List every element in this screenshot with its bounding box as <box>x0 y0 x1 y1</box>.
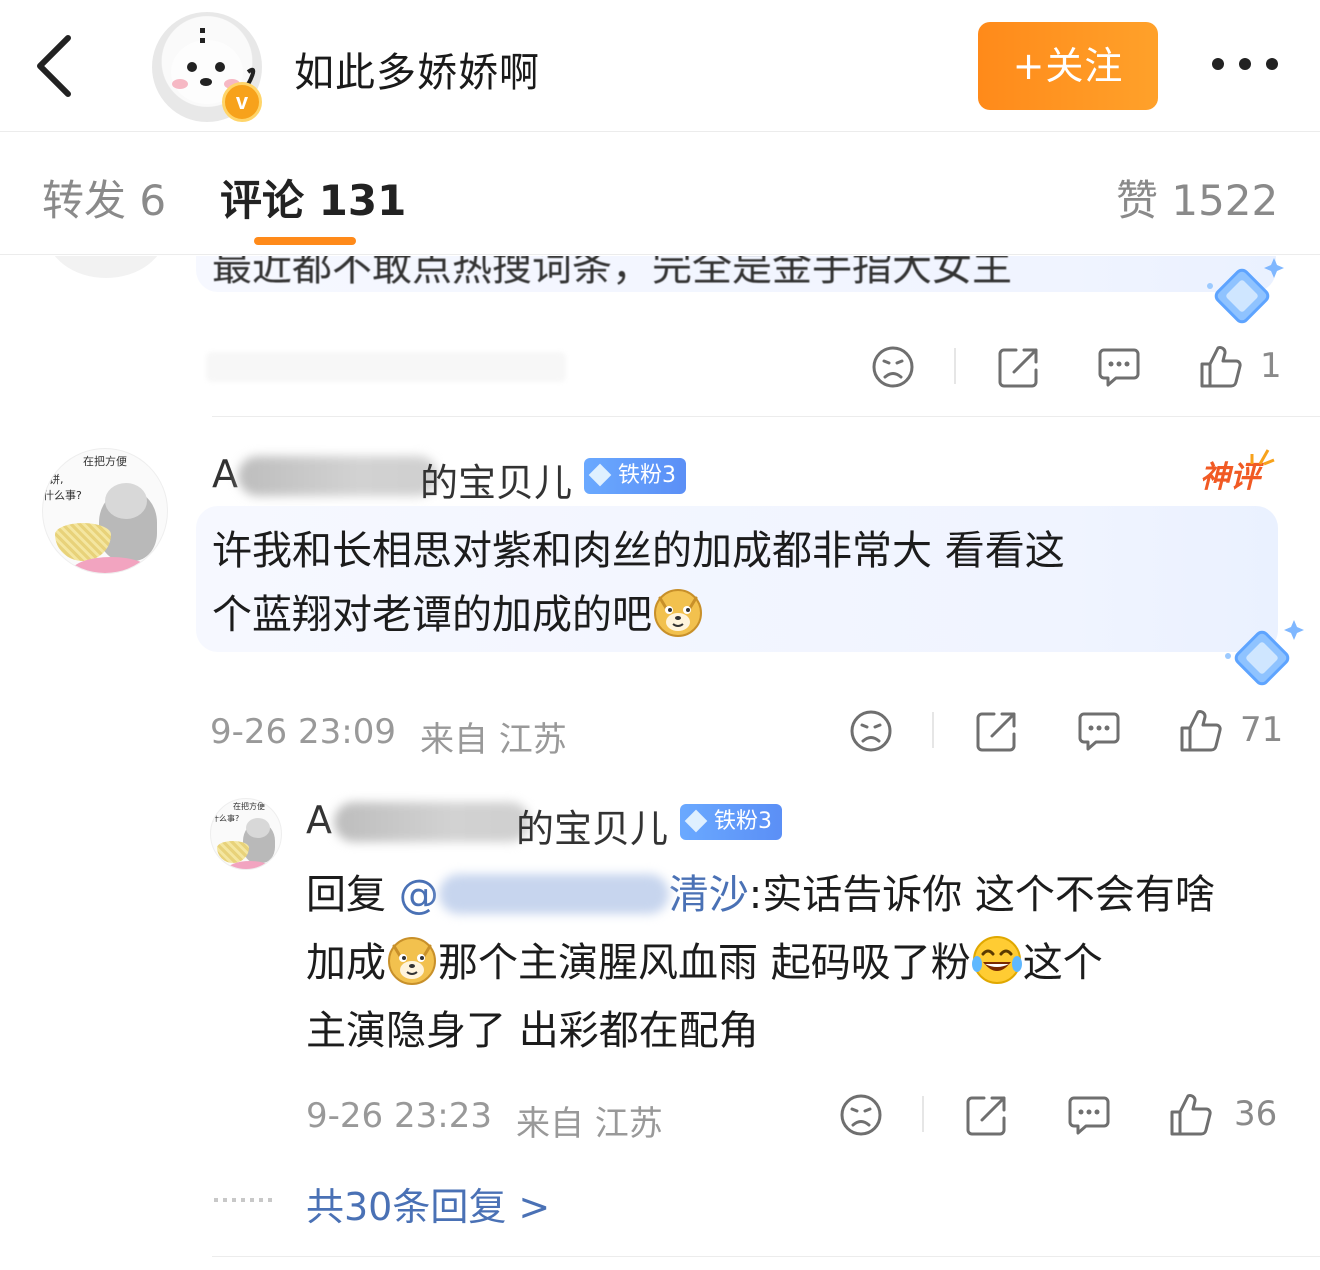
share-icon[interactable] <box>996 344 1042 390</box>
divider <box>932 712 934 748</box>
top-bar: v 如此多娇娇啊 +关注 <box>0 0 1320 132</box>
share-icon[interactable] <box>974 708 1020 754</box>
like-count: 36 <box>1234 1094 1278 1134</box>
mention-link[interactable]: @ 清沙 <box>399 872 749 918</box>
reply-text-line3: 主演隐身了 出彩都在配角 <box>306 1008 759 1054</box>
tab-active-indicator <box>254 237 356 245</box>
diamond-decoration <box>1207 258 1284 324</box>
comment-actions: 1 <box>870 344 1290 394</box>
like-count: 71 <box>1240 710 1284 750</box>
doge-emoji <box>388 937 436 985</box>
like-icon[interactable] <box>1168 1092 1214 1138</box>
commenter-name-start[interactable]: A <box>212 452 238 496</box>
sparkle-icon <box>1250 449 1275 466</box>
reply-text-line1: 回复 @ 清沙:实话告诉你 这个不会有啥 <box>306 872 1215 918</box>
avatar[interactable] <box>46 256 166 278</box>
verified-badge: v <box>222 82 262 122</box>
author-name[interactable]: 如此多娇娇啊 <box>294 40 540 98</box>
redacted-username <box>334 802 530 842</box>
back-icon[interactable] <box>28 28 84 104</box>
replier-name-start[interactable]: A <box>306 798 332 842</box>
tab-likes[interactable]: 赞 1522 <box>1116 167 1278 228</box>
reply-actions: 36 <box>838 1092 1288 1142</box>
comment-icon[interactable] <box>1066 1092 1112 1138</box>
divider <box>922 1096 924 1132</box>
doge-emoji <box>654 589 702 637</box>
diamond-icon <box>588 463 612 487</box>
comment-timestamp: 9-26 23:09 <box>210 712 396 752</box>
reply-location: 来自 江苏 <box>516 1104 663 1144</box>
tab-bar: 转发 6 评论 131 赞 1522 <box>0 133 1320 255</box>
dislike-icon[interactable] <box>838 1092 884 1138</box>
tab-repost[interactable]: 转发 6 <box>42 167 166 228</box>
replier-name-end[interactable]: 的宝贝儿 <box>516 798 668 853</box>
tab-comments[interactable]: 评论 131 <box>220 167 406 228</box>
redacted-meta <box>206 352 566 382</box>
comment-list: 最近都不敢点热搜词条，完全是金手指大女主 1 在把方便 饼, 什么事? A 的宝… <box>0 256 1320 1270</box>
fan-badge[interactable]: 铁粉3 <box>680 804 782 840</box>
laugh-cry-emoji <box>971 936 1022 984</box>
more-icon[interactable] <box>1208 44 1282 84</box>
comment-text-line2: 个蓝翔对老谭的加成的吧 <box>212 584 704 646</box>
redacted-username <box>238 456 438 496</box>
like-icon[interactable] <box>1178 708 1224 754</box>
diamond-decoration <box>1225 620 1304 686</box>
like-count: 1 <box>1260 346 1282 386</box>
divider <box>954 348 956 384</box>
comment-location: 来自 江苏 <box>420 720 567 760</box>
comment-text: 最近都不敢点热搜词条，完全是金手指大女主 <box>212 256 1012 290</box>
replier-avatar[interactable]: 在把方便 什么事? <box>210 798 282 870</box>
divider <box>212 1256 1320 1257</box>
view-more-replies-link[interactable]: 共30条回复 > <box>306 1176 550 1231</box>
divider <box>212 416 1320 417</box>
comment-icon[interactable] <box>1096 344 1142 390</box>
comment-text-line1: 许我和长相思对紫和肉丝的加成都非常大 看看这 <box>212 528 1065 574</box>
like-icon[interactable] <box>1198 344 1244 390</box>
thread-dots <box>214 1198 276 1202</box>
diamond-icon <box>684 809 708 833</box>
share-icon[interactable] <box>964 1092 1010 1138</box>
reply-timestamp: 9-26 23:23 <box>306 1096 492 1136</box>
reply-text-line2: 加成 那个主演腥风血雨 起码吸了粉 这个 <box>306 932 1103 994</box>
comment-icon[interactable] <box>1076 708 1122 754</box>
commenter-name-end[interactable]: 的宝贝儿 <box>420 452 572 507</box>
redacted-mention <box>438 874 669 914</box>
dislike-icon[interactable] <box>870 344 916 390</box>
commenter-avatar[interactable]: 在把方便 饼, 什么事? <box>42 448 168 574</box>
comment-actions: 71 <box>848 708 1288 758</box>
dislike-icon[interactable] <box>848 708 894 754</box>
fan-badge[interactable]: 铁粉3 <box>584 458 686 494</box>
follow-button[interactable]: +关注 <box>978 22 1158 110</box>
